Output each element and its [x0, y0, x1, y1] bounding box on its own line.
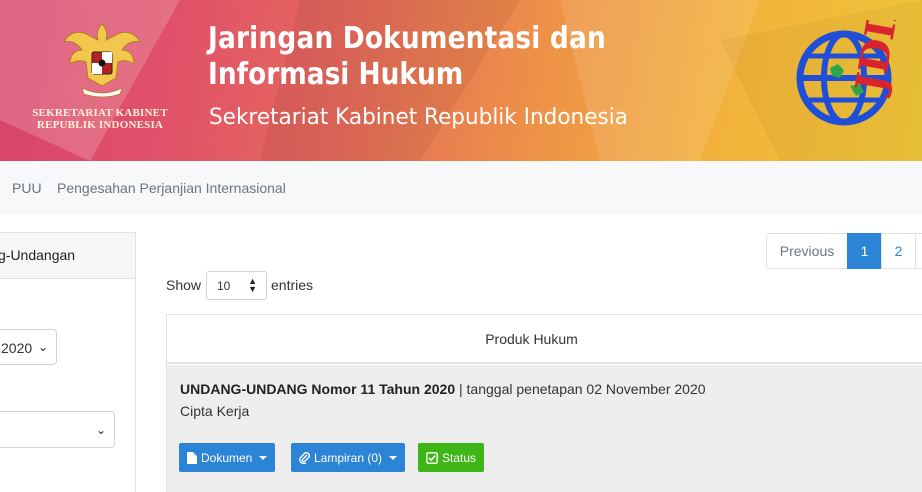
check-square-icon	[426, 451, 438, 464]
site-title-line1: Jaringan Dokumentasi dan	[208, 21, 606, 56]
paperclip-icon	[299, 451, 310, 464]
site-title-line2: Informasi Hukum	[208, 57, 464, 92]
dokumen-dropdown-button[interactable]: Dokumen	[179, 443, 276, 472]
org-line-1: SEKRETARIAT KABINET	[32, 107, 168, 119]
jdih-logo-text: JDIH	[846, 20, 908, 99]
pagination-page-1[interactable]: 1	[847, 233, 882, 269]
year-select[interactable]: 2020 ⌄	[0, 329, 57, 365]
law-title[interactable]: UNDANG-UNDANG Nomor 11 Tahun 2020	[180, 381, 455, 397]
entries-length-value: 10	[217, 279, 231, 293]
law-title-line: UNDANG-UNDANG Nomor 11 Tahun 2020 | tang…	[180, 381, 706, 397]
entries-label: entries	[271, 277, 314, 293]
show-label: Show	[166, 277, 202, 293]
year-select-value: 2020	[1, 340, 33, 356]
entries-length-select[interactable]: 10 ▲ ▼	[206, 271, 267, 300]
title-separator: |	[459, 381, 463, 397]
site-subtitle: Sekretariat Kabinet Republik Indonesia	[209, 105, 628, 130]
sort-icon: ▲ ▼	[248, 276, 257, 294]
org-line-2: REPUBLIK INDONESIA	[36, 119, 164, 131]
table-row: UNDANG-UNDANG Nomor 11 Tahun 2020 | tang…	[167, 365, 922, 492]
law-date: tanggal penetapan 02 November 2020	[466, 381, 706, 397]
table-header-produk-hukum[interactable]: Produk Hukum	[167, 315, 922, 364]
lampiran-label: Lampiran (0)	[314, 450, 383, 465]
chevron-down-icon: ⌄	[95, 422, 106, 437]
lampiran-dropdown-button[interactable]: Lampiran (0)	[291, 443, 406, 472]
pagination: Previous 1 2	[766, 233, 922, 269]
organization-name: SEKRETARIAT KABINET REPUBLIK INDONESIA	[20, 107, 180, 131]
status-label: Status	[442, 450, 477, 465]
law-subject: Cipta Kerja	[180, 403, 250, 419]
file-icon	[187, 451, 197, 464]
pagination-page-2[interactable]: 2	[881, 233, 916, 269]
nav-item-pengesahan-perjanjian[interactable]: Pengesahan Perjanjian Internasional	[57, 180, 286, 196]
dokumen-label: Dokumen	[201, 450, 253, 465]
type-select[interactable]: ⌄	[0, 411, 115, 448]
site-banner: SEKRETARIAT KABINET REPUBLIK INDONESIA J…	[0, 0, 922, 161]
top-navigation: PUU Pengesahan Perjanjian Internasional	[0, 161, 922, 215]
garuda-emblem-icon	[63, 23, 141, 98]
pagination-next-partial[interactable]	[915, 233, 922, 269]
caret-down-icon	[259, 455, 268, 460]
legal-products-table: Produk Hukum UNDANG-UNDANG Nomor 11 Tahu…	[166, 314, 922, 492]
sidebar-heading: g-Undangan	[0, 233, 135, 279]
sidebar-heading-label: g-Undangan	[0, 247, 76, 263]
nav-item-puu[interactable]: PUU	[12, 180, 42, 196]
chevron-down-icon: ⌄	[37, 340, 48, 354]
pagination-previous[interactable]: Previous	[766, 233, 848, 269]
status-button[interactable]: Status	[418, 443, 485, 472]
caret-down-icon	[389, 455, 398, 460]
jdih-globe-logo-icon: JDIH	[796, 20, 908, 126]
